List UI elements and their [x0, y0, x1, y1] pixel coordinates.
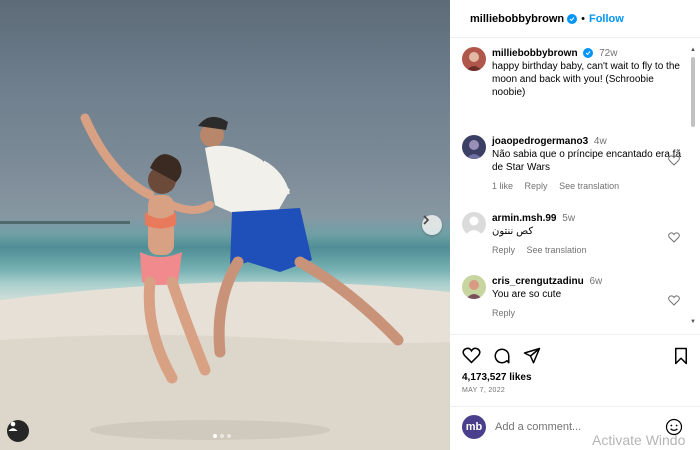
tagged-users-button[interactable] [7, 420, 29, 442]
avatar[interactable] [462, 212, 486, 236]
paper-plane-icon[interactable] [523, 347, 541, 365]
comment-time[interactable]: 4w [594, 136, 607, 147]
follow-button[interactable]: Follow [589, 13, 624, 25]
separator-dot: • [581, 12, 585, 25]
comment-username[interactable]: cris_crengutzadinu [492, 276, 584, 287]
heart-icon[interactable] [462, 347, 481, 364]
reply-button[interactable]: Reply [492, 308, 515, 318]
carousel-dot [220, 434, 224, 438]
see-translation-button[interactable]: See translation [559, 181, 619, 191]
heart-icon[interactable] [668, 155, 680, 166]
post-date[interactable]: MAY 7, 2022 [462, 387, 505, 394]
likes-count[interactable]: 4,173,527 likes [462, 372, 532, 383]
carousel-dot [227, 434, 231, 438]
user-tag-icon [8, 421, 18, 431]
comment-username[interactable]: milliebobbybrown [492, 48, 578, 59]
comment-username[interactable]: joaopedrogermano3 [492, 136, 588, 147]
heart-icon[interactable] [668, 295, 680, 306]
chevron-right-icon [423, 215, 430, 225]
post-sidebar: milliebobbybrown • Follow milliebobbybro… [450, 0, 700, 450]
avatar[interactable]: mb [462, 415, 486, 439]
heart-icon[interactable] [668, 232, 680, 243]
caption-comment: milliebobbybrown 72w happy birthday baby… [462, 47, 682, 99]
scroll-down-arrow-icon[interactable]: ▼ [690, 319, 696, 325]
list-item: armin.msh.99 5w كص ننتون Reply See trans… [462, 212, 682, 257]
avatar[interactable] [462, 135, 486, 159]
caption-text: happy birthday baby, can't wait to fly t… [492, 61, 680, 98]
scroll-up-arrow-icon[interactable]: ▲ [690, 47, 696, 53]
post-photo [0, 0, 450, 450]
verified-badge-icon [567, 13, 578, 24]
reply-button[interactable]: Reply [525, 181, 548, 191]
carousel-dot [213, 434, 217, 438]
avatar[interactable] [462, 275, 486, 299]
comment-time[interactable]: 5w [562, 213, 575, 224]
avatar[interactable] [462, 47, 486, 71]
carousel-indicator [213, 434, 231, 438]
post-header: milliebobbybrown • Follow [450, 0, 700, 38]
comments-scrollbar[interactable]: ▲ ▼ [690, 47, 696, 367]
comment-time[interactable]: 6w [589, 276, 602, 287]
post-actions: 4,173,527 likes MAY 7, 2022 [450, 334, 700, 406]
comment-input[interactable] [495, 419, 655, 435]
see-translation-button[interactable]: See translation [527, 245, 587, 255]
list-item: cris_crengutzadinu 6w You are so cute Re… [462, 275, 682, 320]
comment-time[interactable]: 72w [599, 48, 617, 59]
emoji-icon[interactable] [665, 418, 683, 436]
author-username[interactable]: milliebobbybrown [470, 13, 564, 25]
comment-icon[interactable] [493, 347, 511, 365]
scrollbar-thumb[interactable] [691, 57, 695, 127]
add-comment-bar: mb [450, 406, 700, 450]
comment-likes[interactable]: 1 like [492, 181, 513, 191]
bookmark-icon[interactable] [673, 347, 689, 365]
verified-badge-icon [583, 48, 594, 59]
beach-scene [0, 113, 450, 450]
comment-text: كص ننتون [492, 226, 534, 237]
comment-text: Não sabia que o príncipe encantado era f… [492, 149, 682, 173]
comment-text: You are so cute [492, 289, 562, 300]
next-slide-button[interactable] [422, 215, 442, 235]
comments-list[interactable]: milliebobbybrown 72w happy birthday baby… [450, 39, 700, 334]
list-item: joaopedrogermano3 4w Não sabia que o prí… [462, 135, 682, 193]
comment-username[interactable]: armin.msh.99 [492, 213, 556, 224]
reply-button[interactable]: Reply [492, 245, 515, 255]
